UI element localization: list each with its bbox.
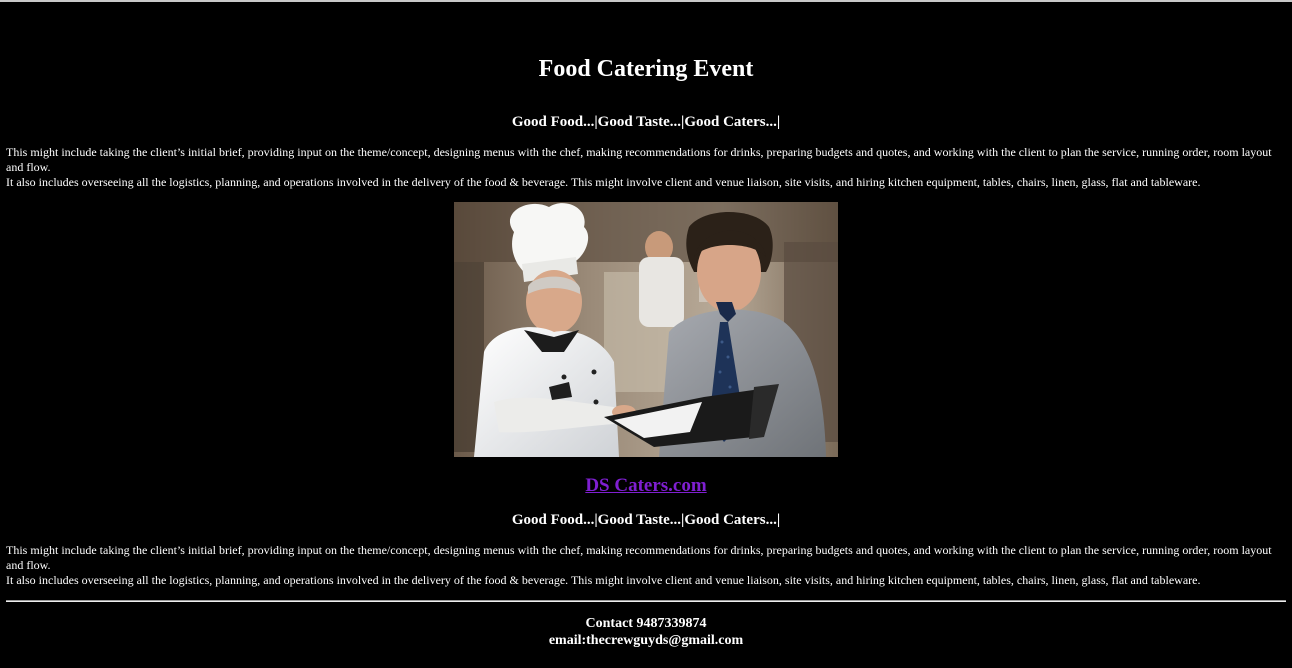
description-paragraph: It also includes overseeing all the logi… [6, 175, 1201, 189]
description-paragraph: This might include taking the client’s i… [6, 543, 1272, 572]
horizontal-divider [6, 600, 1286, 602]
description-paragraph: It also includes overseeing all the logi… [6, 573, 1201, 587]
page-title: Food Catering Event [538, 56, 754, 82]
tagline: Good Food...|Good Taste...|Good Caters..… [511, 512, 781, 528]
page: Food Catering Event Good Food...|Good Ta… [0, 0, 1292, 668]
chef-meeting-photo [454, 202, 838, 457]
site-link-container: DS Caters.com [0, 475, 1292, 497]
tagline: Good Food...|Good Taste...|Good Caters..… [511, 114, 781, 130]
contact-phone: Contact 9487339874 [585, 616, 707, 631]
description-paragraph: This might include taking the client’s i… [6, 145, 1272, 174]
contact-email: email:thecrewguyds@gmail.com [548, 633, 744, 648]
ds-caters-link[interactable]: DS Caters.com [585, 475, 706, 496]
